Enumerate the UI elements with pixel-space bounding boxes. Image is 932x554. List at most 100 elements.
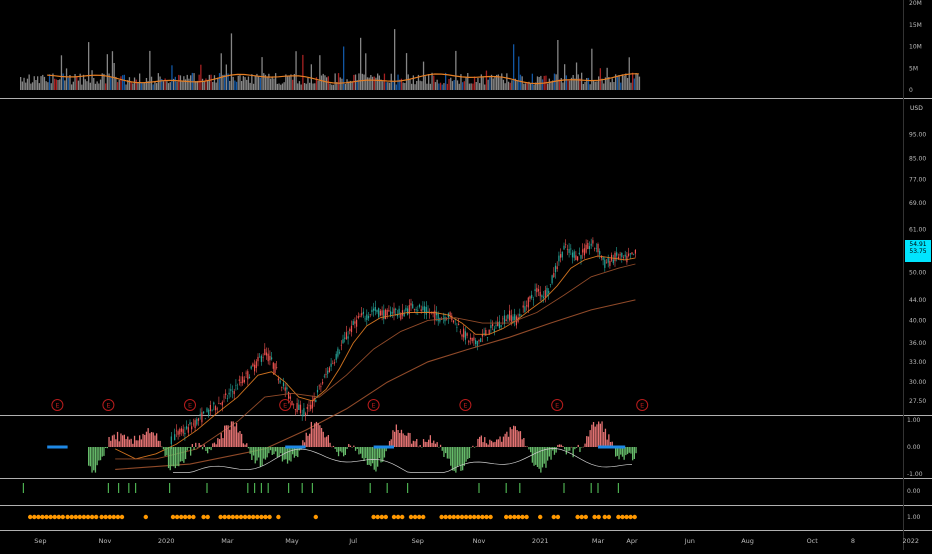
- volume-bar: [598, 76, 600, 90]
- volume-bar: [42, 74, 44, 90]
- volume-bar: [183, 76, 185, 90]
- oscillator-bar: [159, 440, 161, 447]
- volume-bar: [77, 80, 80, 90]
- oscillator-bar: [101, 447, 103, 457]
- oscillator-bar: [484, 437, 486, 447]
- candle-body: [378, 308, 380, 317]
- volume-bar: [21, 81, 23, 90]
- oscillator-bar: [397, 430, 399, 447]
- volume-bar: [286, 76, 289, 90]
- signal-dot: [480, 514, 485, 520]
- candle-body: [218, 403, 220, 404]
- oscillator-bar: [482, 442, 484, 447]
- signal-dot: [575, 514, 580, 520]
- oscillator-bar: [592, 422, 595, 447]
- last-price-line-1: 54.91: [909, 241, 927, 248]
- candle-body: [328, 367, 330, 372]
- oscillator-bar: [479, 436, 481, 447]
- earnings-marker-label: E: [283, 402, 287, 410]
- volume-bar: [434, 82, 437, 90]
- volume-bar: [71, 84, 73, 90]
- signal-dot: [443, 514, 448, 520]
- candle-body: [519, 313, 521, 317]
- chart-canvas[interactable]: USD 95.00 85.00 77.00 69.00 61.00 50.00 44.00 4…: [0, 0, 932, 550]
- oscillator-bar: [150, 432, 153, 447]
- candle-body: [289, 396, 291, 399]
- volume-bar: [567, 79, 569, 90]
- oscillator-bar: [188, 447, 190, 448]
- candle-body: [561, 251, 563, 258]
- price-axis-tick: 69.00: [909, 200, 926, 207]
- oscillator-bar: [392, 430, 394, 447]
- volume-bar: [446, 83, 448, 90]
- oscillator-bar: [506, 431, 508, 447]
- oscillator-bar: [373, 447, 375, 470]
- candle-body: [429, 313, 431, 314]
- candle-body: [475, 340, 477, 345]
- oscillator-bar: [263, 447, 265, 459]
- candle-body: [537, 289, 540, 292]
- candle-body: [194, 420, 196, 428]
- candle-body: [587, 243, 589, 249]
- oscillator-bar: [230, 421, 233, 447]
- volume-bar: [242, 76, 244, 90]
- volume-bar: [203, 81, 205, 90]
- candle-body: [373, 308, 375, 311]
- volume-bar: [30, 83, 32, 90]
- oscillator-bar: [293, 447, 295, 458]
- oscillator-bar: [358, 447, 360, 455]
- oscillator-bar: [356, 447, 358, 449]
- volume-bar: [592, 80, 595, 90]
- volume-bar: [533, 84, 535, 90]
- oscillator-bar: [472, 445, 474, 447]
- price-axis-tick: 61.00: [909, 227, 926, 234]
- earnings-marker-label: E: [106, 402, 110, 410]
- oscillator-bar: [445, 447, 447, 454]
- candle-body: [464, 331, 466, 340]
- earnings-marker-label: E: [372, 402, 376, 410]
- currency-label: USD: [910, 105, 923, 112]
- signal-dot: [94, 514, 99, 520]
- volume-bar: [258, 75, 260, 90]
- oscillator-bar: [439, 444, 442, 447]
- oscillator-bar: [438, 447, 440, 448]
- volume-bar: [40, 76, 42, 90]
- signal-dot: [77, 514, 83, 520]
- volume-bar: [241, 81, 243, 90]
- candle-body: [585, 244, 587, 253]
- oscillator-bar: [252, 447, 255, 456]
- candle-body: [621, 252, 623, 258]
- candle-body: [214, 406, 217, 411]
- volume-bar: [623, 75, 625, 90]
- oscillator-bar: [536, 447, 539, 467]
- candle-body: [352, 321, 354, 325]
- oscillator-bar: [366, 447, 369, 465]
- oscillator-bar: [120, 433, 122, 447]
- oscillator-bar: [334, 447, 336, 449]
- volume-bar: [518, 56, 520, 90]
- volume-bar: [251, 74, 253, 90]
- signal-dot: [267, 514, 272, 520]
- volume-bar: [57, 80, 59, 90]
- signal-dot: [400, 514, 405, 520]
- candle-body: [228, 392, 230, 395]
- volume-bar: [35, 80, 37, 90]
- earnings-marker-label: E: [55, 402, 59, 410]
- x-axis-label: 8: [851, 537, 855, 545]
- candle-body: [223, 396, 225, 398]
- oscillator-bar: [269, 447, 272, 451]
- volume-bar: [47, 82, 49, 90]
- candle-body: [347, 336, 349, 339]
- dots-axis-tick: 1.00: [907, 514, 921, 521]
- oscillator-bar: [521, 439, 523, 447]
- volume-bar: [106, 54, 108, 90]
- oscillator-bar: [179, 447, 182, 462]
- oscillator-bar: [528, 447, 530, 450]
- candle-body: [619, 254, 621, 256]
- oscillator-bar: [220, 433, 222, 447]
- candle-body: [298, 404, 300, 410]
- chart-window[interactable]: USD 95.00 85.00 77.00 69.00 61.00 50.00 44.00 4…: [0, 0, 932, 550]
- signal-dot: [459, 514, 465, 520]
- oscillator-bar: [314, 423, 316, 447]
- signal-dot: [455, 514, 461, 520]
